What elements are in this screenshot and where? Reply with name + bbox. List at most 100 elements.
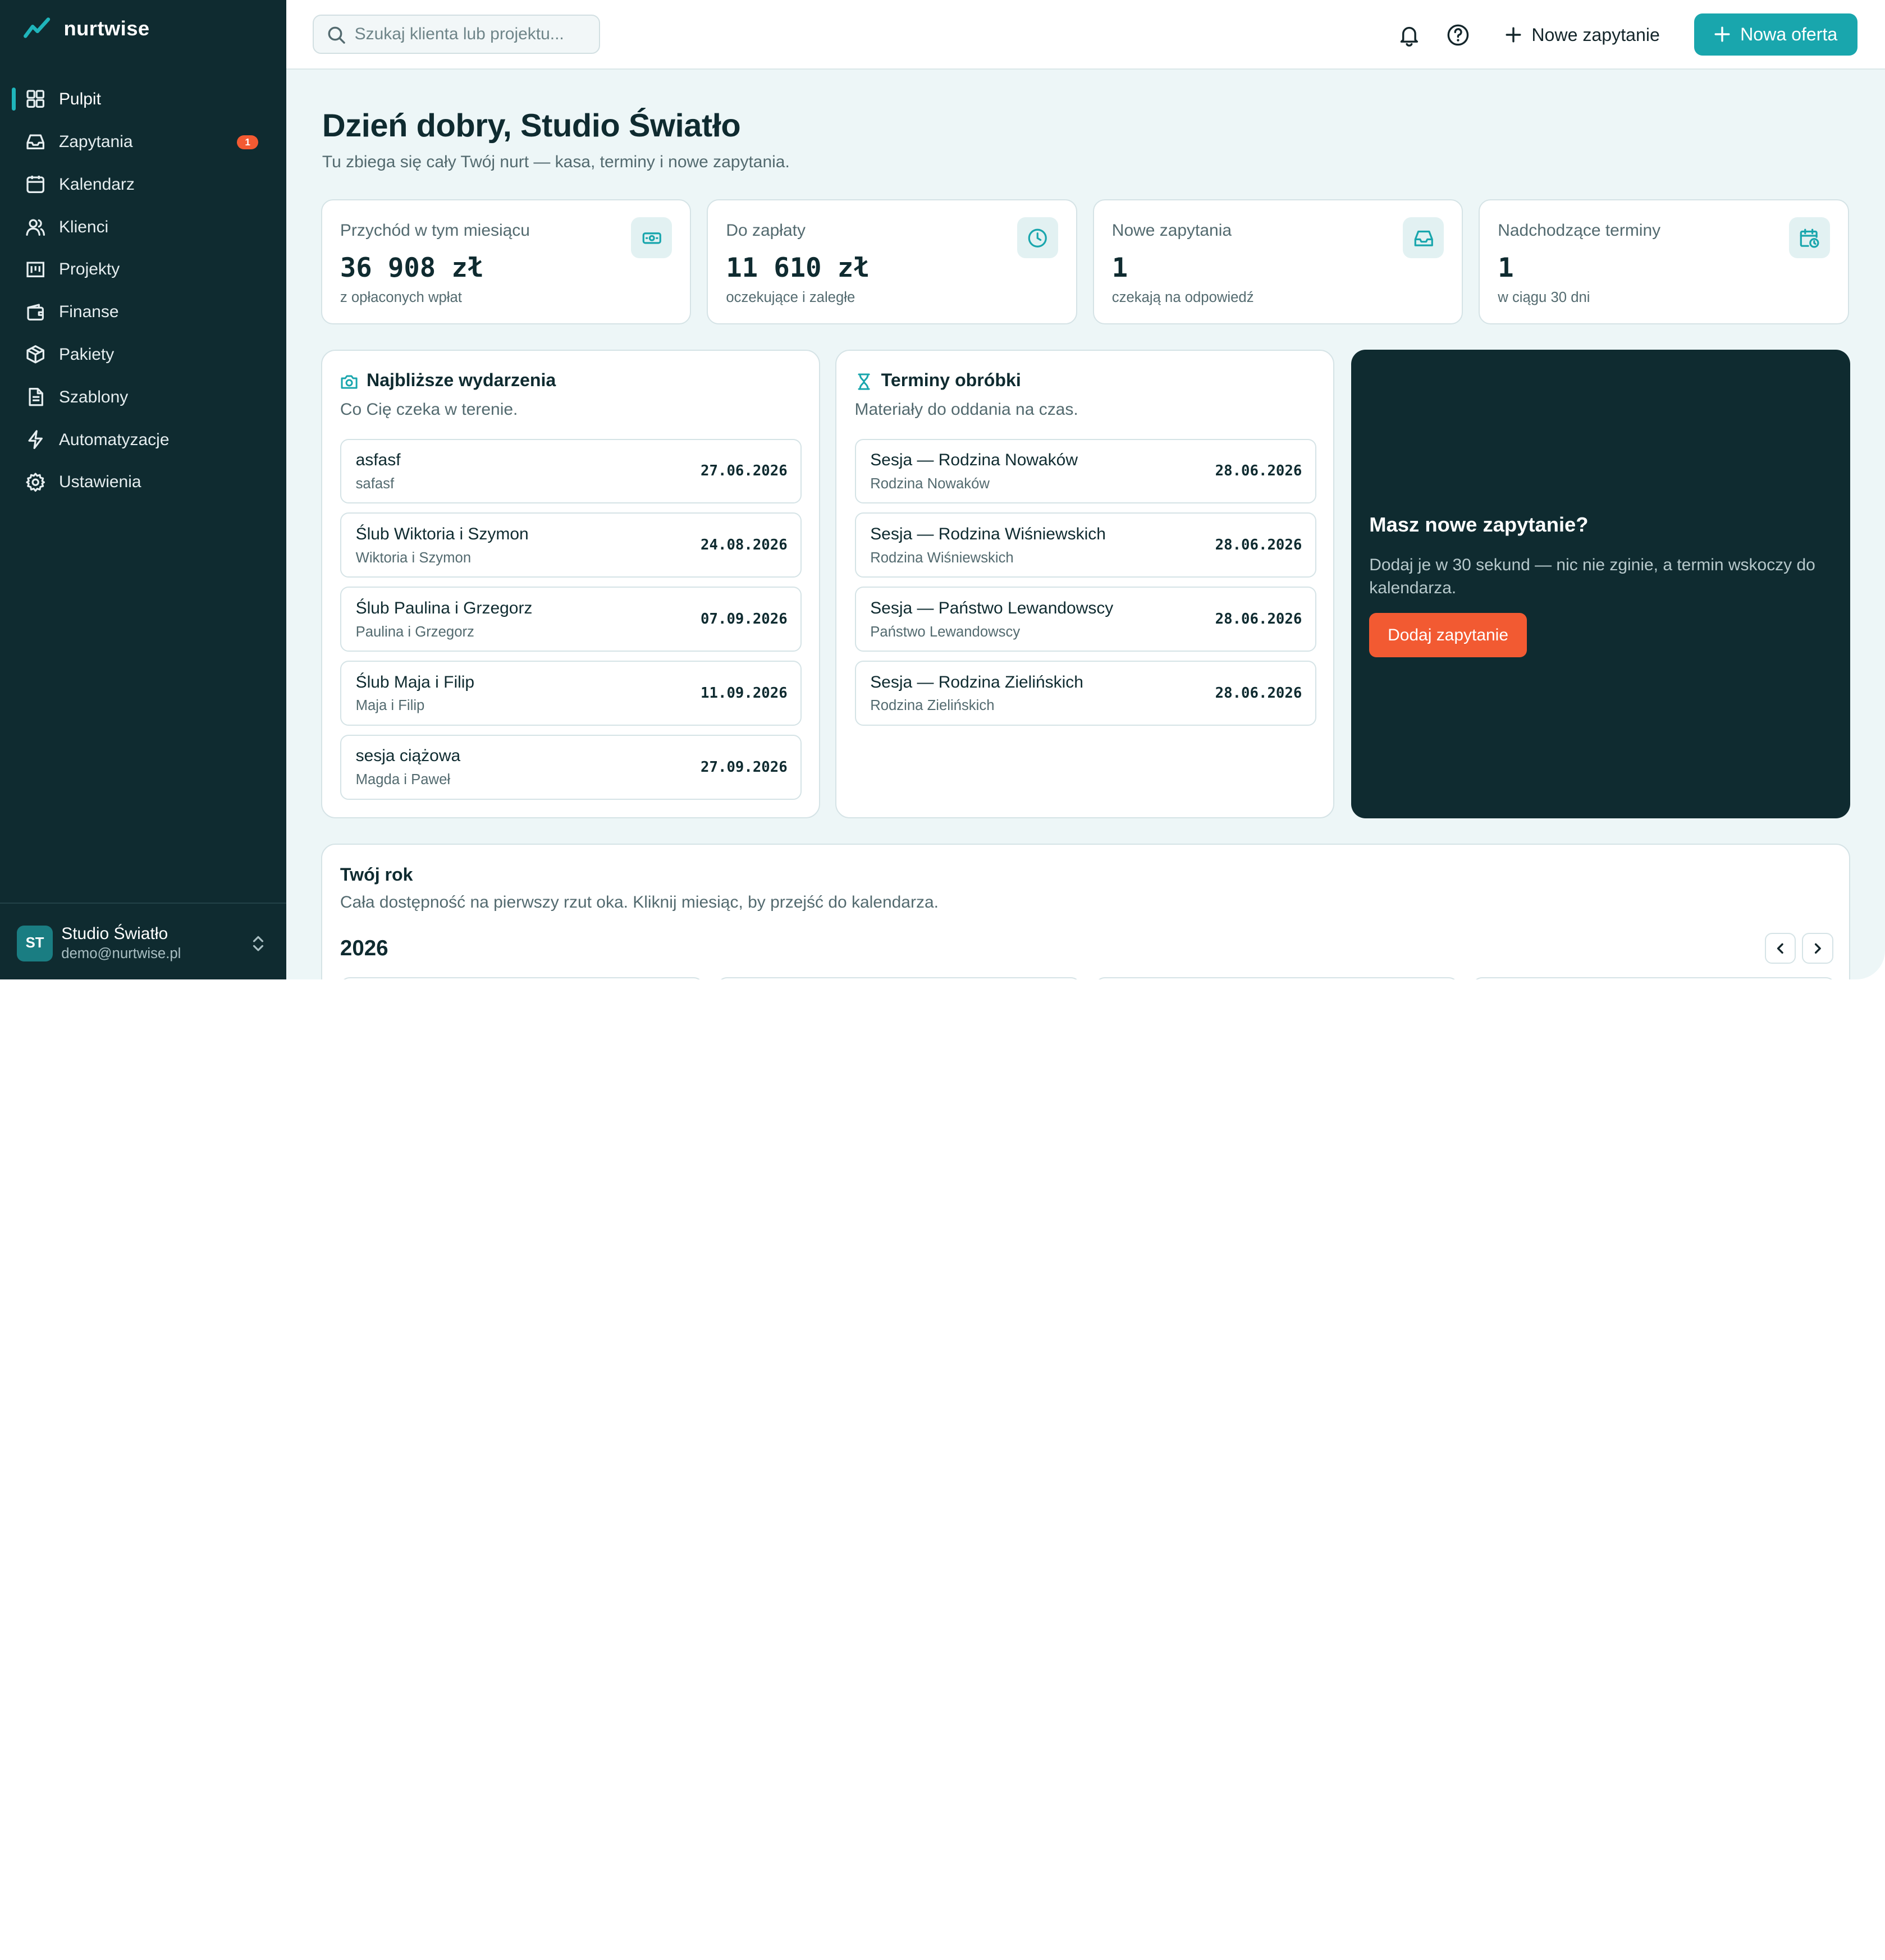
stat-value: 36 908 zł [340, 252, 484, 283]
item-title: Sesja — Rodzina Nowaków [870, 450, 1078, 469]
camera-icon [341, 375, 358, 389]
item-date: 28.06.2026 [1215, 537, 1302, 554]
stat-card-new-inquiries[interactable]: Nowe zapytania 1 czekają na odpowiedź [1092, 199, 1463, 325]
sidebar-item-finanse[interactable]: Finanse [0, 291, 286, 333]
item-date: 07.09.2026 [701, 611, 788, 628]
item-title: Ślub Maja i Filip [355, 672, 475, 692]
sidebar-item-label: Klienci [58, 217, 109, 236]
sidebar-item-szablony[interactable]: Szablony [0, 376, 286, 419]
panel-title: Najbliższe wydarzenia [367, 370, 556, 391]
list-item[interactable]: Ślub Maja i Filip Maja i Filip 11.09.202… [340, 661, 802, 726]
sidebar-item-label: Pakiety [58, 345, 115, 364]
search-icon [328, 26, 346, 44]
list-item[interactable]: Sesja — Państwo Lewandowscy Państwo Lewa… [854, 587, 1316, 652]
item-subtitle: Paulina i Grzegorz [355, 624, 474, 640]
cta-title: Masz nowe zapytanie? [1369, 513, 1589, 537]
bell-icon[interactable] [1397, 23, 1421, 47]
item-subtitle: Wiktoria i Szymon [355, 549, 472, 566]
new-offer-button[interactable]: Nowa oferta [1694, 13, 1857, 56]
chevron-updown-icon[interactable] [250, 934, 267, 953]
item-date: 28.06.2026 [1215, 684, 1302, 702]
item-title: sesja ciążowa [355, 747, 461, 766]
panel-title: Terminy obróbki [881, 370, 1021, 391]
item-date: 24.08.2026 [701, 537, 788, 554]
list-item[interactable]: asfasf safasf 27.06.2026 [340, 438, 802, 504]
page-subtitle: Tu zbiega się cały Twój nurt — kasa, ter… [322, 152, 790, 171]
list-item[interactable]: Ślub Wiktoria i Szymon Wiktoria i Szymon… [340, 512, 802, 578]
inbox-icon [1403, 217, 1444, 259]
sidebar-item-ustawienia[interactable]: Ustawienia [0, 461, 286, 504]
user-switcher[interactable]: ST Studio Światło demo@nurtwise.pl [0, 903, 286, 979]
search-box[interactable] [312, 14, 600, 54]
sidebar-item-label: Finanse [58, 303, 119, 322]
month-card[interactable] [1095, 977, 1458, 980]
sidebar: nurtwise Pulpit Zapytania 1 Kalendarz Kl… [0, 0, 286, 980]
item-date: 28.06.2026 [1215, 462, 1302, 480]
bolt-icon [28, 430, 43, 449]
list-item[interactable]: Sesja — Rodzina Zielińskich Rodzina Ziel… [854, 661, 1316, 726]
help-icon[interactable] [1446, 23, 1470, 47]
stat-value: 11 610 zł [726, 252, 870, 283]
item-title: Ślub Wiktoria i Szymon [355, 524, 529, 543]
month-card[interactable] [340, 977, 703, 980]
sidebar-item-pulpit[interactable]: Pulpit [0, 78, 286, 121]
item-subtitle: Państwo Lewandowscy [870, 624, 1021, 640]
item-title: Sesja — Rodzina Zielińskich [870, 672, 1083, 692]
sidebar-item-label: Kalendarz [58, 175, 135, 194]
brand[interactable]: nurtwise [23, 16, 150, 42]
stat-sub: oczekujące i zaległe [726, 289, 855, 305]
sidebar-item-label: Projekty [58, 260, 120, 279]
sidebar-item-kalendarz[interactable]: Kalendarz [0, 163, 286, 206]
new-inquiry-button[interactable]: Nowe zapytanie [1505, 17, 1660, 53]
add-inquiry-button[interactable]: Dodaj zapytanie [1369, 613, 1527, 658]
stat-card-revenue[interactable]: Przychód w tym miesiącu 36 908 zł z opła… [321, 199, 692, 325]
editing-deadlines-panel: Terminy obróbki Materiały do oddania na … [835, 350, 1335, 819]
calendar-clock-icon [1788, 217, 1830, 259]
item-date: 27.06.2026 [701, 462, 788, 480]
year-label: 2026 [340, 936, 388, 961]
stat-sub: z opłaconych wpłat [340, 289, 462, 305]
sidebar-item-pakiety[interactable]: Pakiety [0, 333, 286, 376]
item-subtitle: safasf [355, 475, 395, 492]
item-subtitle: Maja i Filip [355, 698, 425, 714]
sidebar-item-projekty[interactable]: Projekty [0, 248, 286, 291]
file-icon [29, 388, 43, 406]
list-item[interactable]: Sesja — Rodzina Wiśniewskich Rodzina Wiś… [854, 512, 1316, 578]
sidebar-item-automatyzacje[interactable]: Automatyzacje [0, 419, 286, 461]
new-offer-label: Nowa oferta [1740, 24, 1838, 44]
stat-label: Przychód w tym miesiącu [340, 221, 530, 240]
hourglass-icon [858, 373, 870, 390]
panel-subtitle: Co Cię czeka w terenie. [340, 400, 518, 419]
upcoming-events-panel: Najbliższe wydarzenia Co Cię czeka w ter… [321, 350, 820, 819]
sidebar-item-label: Zapytania [58, 132, 133, 151]
clock-icon [1017, 217, 1058, 259]
prev-year-button[interactable] [1764, 932, 1796, 964]
list-item[interactable]: sesja ciążowa Magda i Paweł 27.09.2026 [340, 735, 802, 800]
sidebar-item-klienci[interactable]: Klienci [0, 206, 286, 249]
stat-card-upcoming[interactable]: Nadchodzące terminy 1 w ciągu 30 dni [1479, 199, 1849, 325]
search-input[interactable] [354, 15, 595, 53]
item-title: Sesja — Rodzina Wiśniewskich [870, 524, 1106, 543]
item-subtitle: Magda i Paweł [355, 772, 451, 788]
events-list: asfasf safasf 27.06.2026 Ślub Wiktoria i… [340, 438, 802, 809]
plus-icon [1506, 27, 1521, 43]
panel-subtitle: Cała dostępność na pierwszy rzut oka. Kl… [340, 893, 939, 912]
sidebar-item-zapytania[interactable]: Zapytania 1 [0, 121, 286, 163]
list-item[interactable]: Sesja — Rodzina Nowaków Rodzina Nowaków … [854, 438, 1316, 504]
item-title: Ślub Paulina i Grzegorz [355, 598, 533, 617]
month-card[interactable] [1472, 977, 1836, 980]
package-icon [26, 345, 44, 364]
deadlines-list: Sesja — Rodzina Nowaków Rodzina Nowaków … [854, 438, 1316, 735]
topbar: Nowe zapytanie Nowa oferta [286, 0, 1885, 70]
stat-sub: w ciągu 30 dni [1498, 289, 1590, 305]
brand-name: nurtwise [63, 17, 150, 40]
item-date: 11.09.2026 [701, 684, 788, 702]
user-name: Studio Światło [61, 924, 168, 943]
next-year-button[interactable] [1802, 932, 1833, 964]
logo-icon [23, 17, 50, 38]
stat-card-due[interactable]: Do zapłaty 11 610 zł oczekujące i zaległ… [707, 199, 1077, 325]
list-item[interactable]: Ślub Paulina i Grzegorz Paulina i Grzego… [340, 587, 802, 652]
stat-value: 1 [1498, 252, 1514, 283]
month-card[interactable] [717, 977, 1081, 980]
dashboard-icon [26, 90, 44, 108]
